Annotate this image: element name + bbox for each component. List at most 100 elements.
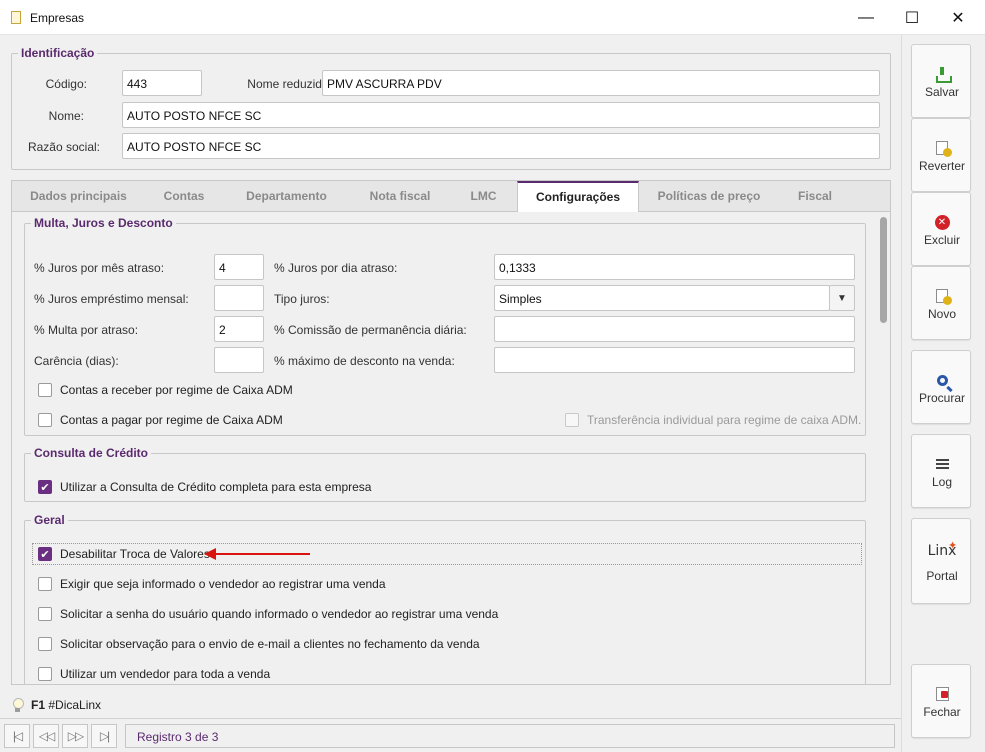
juros-emprestimo-input[interactable]: [214, 285, 264, 311]
novo-button[interactable]: Novo: [911, 266, 971, 340]
multa-atraso-input[interactable]: 2: [214, 316, 264, 342]
razao-social-input[interactable]: AUTO POSTO NFCE SC: [122, 133, 880, 159]
tab-departamento[interactable]: Departamento: [223, 181, 350, 212]
codigo-label: Código:: [45, 77, 87, 91]
consulta-credito-label: Utilizar a Consulta de Crédito completa …: [60, 480, 372, 494]
contas-pagar-checkbox[interactable]: Contas a pagar por regime de Caixa ADM: [38, 410, 283, 430]
solicitar-observacao-checkbox[interactable]: Solicitar observação para o envio de e-m…: [38, 634, 480, 654]
checkbox-box: [565, 413, 579, 427]
linx-portal-button[interactable]: Linx ✦ Portal: [911, 518, 971, 604]
tab-dados-principais[interactable]: Dados principais: [12, 181, 145, 212]
tab-configuracoes[interactable]: Configurações: [517, 181, 639, 213]
record-indicator: Registro 3 de 3: [125, 724, 895, 748]
linx-star-icon: ✦: [948, 540, 958, 552]
desconto-maximo-input[interactable]: [494, 347, 855, 373]
codigo-input[interactable]: 443: [122, 70, 202, 96]
juros-dia-input[interactable]: 0,1333: [494, 254, 855, 280]
nome-reduzido-label: Nome reduzido:: [247, 77, 332, 91]
procurar-button[interactable]: Procurar: [911, 350, 971, 424]
tab-nota-fiscal[interactable]: Nota fiscal: [350, 181, 450, 212]
log-label: Log: [931, 475, 953, 489]
log-icon: [935, 459, 949, 469]
previous-record-button[interactable]: ◁◁: [33, 724, 59, 748]
tipo-juros-label: Tipo juros:: [274, 292, 330, 306]
scrollbar-thumb[interactable]: [880, 217, 887, 323]
hint-bar: F1 #DicaLinx: [12, 696, 101, 714]
chevron-down-icon[interactable]: ▼: [829, 285, 855, 311]
checkbox-box[interactable]: [38, 637, 52, 651]
linx-logo: Linx: [927, 543, 957, 559]
tab-contas[interactable]: Contas: [145, 181, 223, 212]
comissao-label: % Comissão de permanência diária:: [274, 323, 467, 337]
hint-text[interactable]: #DicaLinx: [48, 698, 101, 712]
tab-fiscal[interactable]: Fiscal: [779, 181, 851, 212]
search-icon: [936, 374, 948, 386]
multa-juros-legend: Multa, Juros e Desconto: [34, 216, 173, 230]
solicitar-senha-checkbox[interactable]: Solicitar a senha do usuário quando info…: [38, 604, 498, 624]
arrow-line: [214, 553, 310, 555]
app-icon: [11, 11, 21, 24]
excluir-button[interactable]: ✕ Excluir: [911, 192, 971, 266]
contas-receber-checkbox[interactable]: Contas a receber por regime de Caixa ADM: [38, 380, 293, 400]
portal-label: Portal: [926, 569, 958, 583]
close-button[interactable]: ✕: [935, 0, 981, 35]
geral-legend: Geral: [34, 513, 65, 527]
nome-reduzido-input[interactable]: PMV ASCURRA PDV: [322, 70, 880, 96]
comissao-input[interactable]: [494, 316, 855, 342]
fechar-label: Fechar: [923, 705, 961, 719]
action-sidebar: Salvar Reverter ✕ Excluir Novo Procurar …: [901, 35, 985, 752]
solicitar-observacao-label: Solicitar observação para o envio de e-m…: [60, 637, 480, 651]
main-area: Identificação Código: 443 Nome reduzido:…: [0, 35, 901, 752]
checkbox-box[interactable]: [38, 577, 52, 591]
vendedor-toda-venda-checkbox[interactable]: Utilizar um vendedor para toda a venda: [38, 664, 270, 684]
window-title: Empresas: [30, 11, 85, 25]
nome-label: Nome:: [48, 109, 84, 123]
save-icon: [936, 67, 952, 83]
consulta-credito-checkbox[interactable]: ✔ Utilizar a Consulta de Crédito complet…: [38, 477, 371, 497]
exigir-vendedor-label: Exigir que seja informado o vendedor ao …: [60, 577, 386, 591]
tabs-panel: Dados principais Contas Departamento Not…: [11, 180, 891, 685]
salvar-button[interactable]: Salvar: [911, 44, 971, 118]
log-button[interactable]: Log: [911, 434, 971, 508]
excluir-label: Excluir: [923, 233, 960, 247]
checkmark-icon[interactable]: ✔: [38, 480, 52, 494]
juros-mes-label: % Juros por mês atraso:: [34, 261, 165, 275]
navigation-bar: |◁ ◁◁ ▷▷ ▷| Registro 3 de 3: [0, 718, 901, 752]
reverter-button[interactable]: Reverter: [911, 118, 971, 192]
tab-lmc[interactable]: LMC: [450, 181, 517, 212]
novo-label: Novo: [927, 307, 956, 321]
contas-receber-label: Contas a receber por regime de Caixa ADM: [60, 383, 293, 397]
checkbox-box[interactable]: [38, 667, 52, 681]
checkbox-box[interactable]: [38, 383, 52, 397]
checkbox-box[interactable]: [38, 607, 52, 621]
lightbulb-icon: [12, 697, 24, 713]
carencia-label: Carência (dias):: [34, 354, 119, 368]
exigir-vendedor-checkbox[interactable]: Exigir que seja informado o vendedor ao …: [38, 574, 386, 594]
exit-icon: [935, 687, 949, 701]
checkbox-box[interactable]: [38, 413, 52, 427]
first-record-button[interactable]: |◁: [4, 724, 30, 748]
next-record-button[interactable]: ▷▷: [62, 724, 88, 748]
last-record-button[interactable]: ▷|: [91, 724, 117, 748]
vendedor-toda-venda-label: Utilizar um vendedor para toda a venda: [60, 667, 271, 681]
fechar-button[interactable]: Fechar: [911, 664, 971, 738]
tipo-juros-value: Simples: [494, 285, 830, 311]
procurar-label: Procurar: [918, 391, 965, 405]
multa-atraso-label: % Multa por atraso:: [34, 323, 139, 337]
carencia-input[interactable]: [214, 347, 264, 373]
minimize-button[interactable]: —: [843, 0, 889, 35]
solicitar-senha-label: Solicitar a senha do usuário quando info…: [60, 607, 499, 621]
checkmark-icon[interactable]: ✔: [38, 547, 52, 561]
identificacao-legend: Identificação: [21, 46, 95, 60]
tab-politicas-de-preco[interactable]: Políticas de preço: [639, 181, 779, 212]
tipo-juros-select[interactable]: Simples ▼: [494, 285, 855, 311]
juros-mes-input[interactable]: 4: [214, 254, 264, 280]
revert-icon: [936, 141, 952, 157]
nome-input[interactable]: AUTO POSTO NFCE SC: [122, 102, 880, 128]
desabilitar-troca-checkbox[interactable]: ✔ Desabilitar Troca de Valores: [38, 544, 210, 564]
new-document-icon: [936, 289, 952, 305]
maximize-button[interactable]: ☐: [889, 0, 935, 35]
hint-key: F1: [31, 698, 46, 712]
desconto-maximo-label: % máximo de desconto na venda:: [274, 354, 455, 368]
consulta-credito-legend: Consulta de Crédito: [34, 446, 149, 460]
